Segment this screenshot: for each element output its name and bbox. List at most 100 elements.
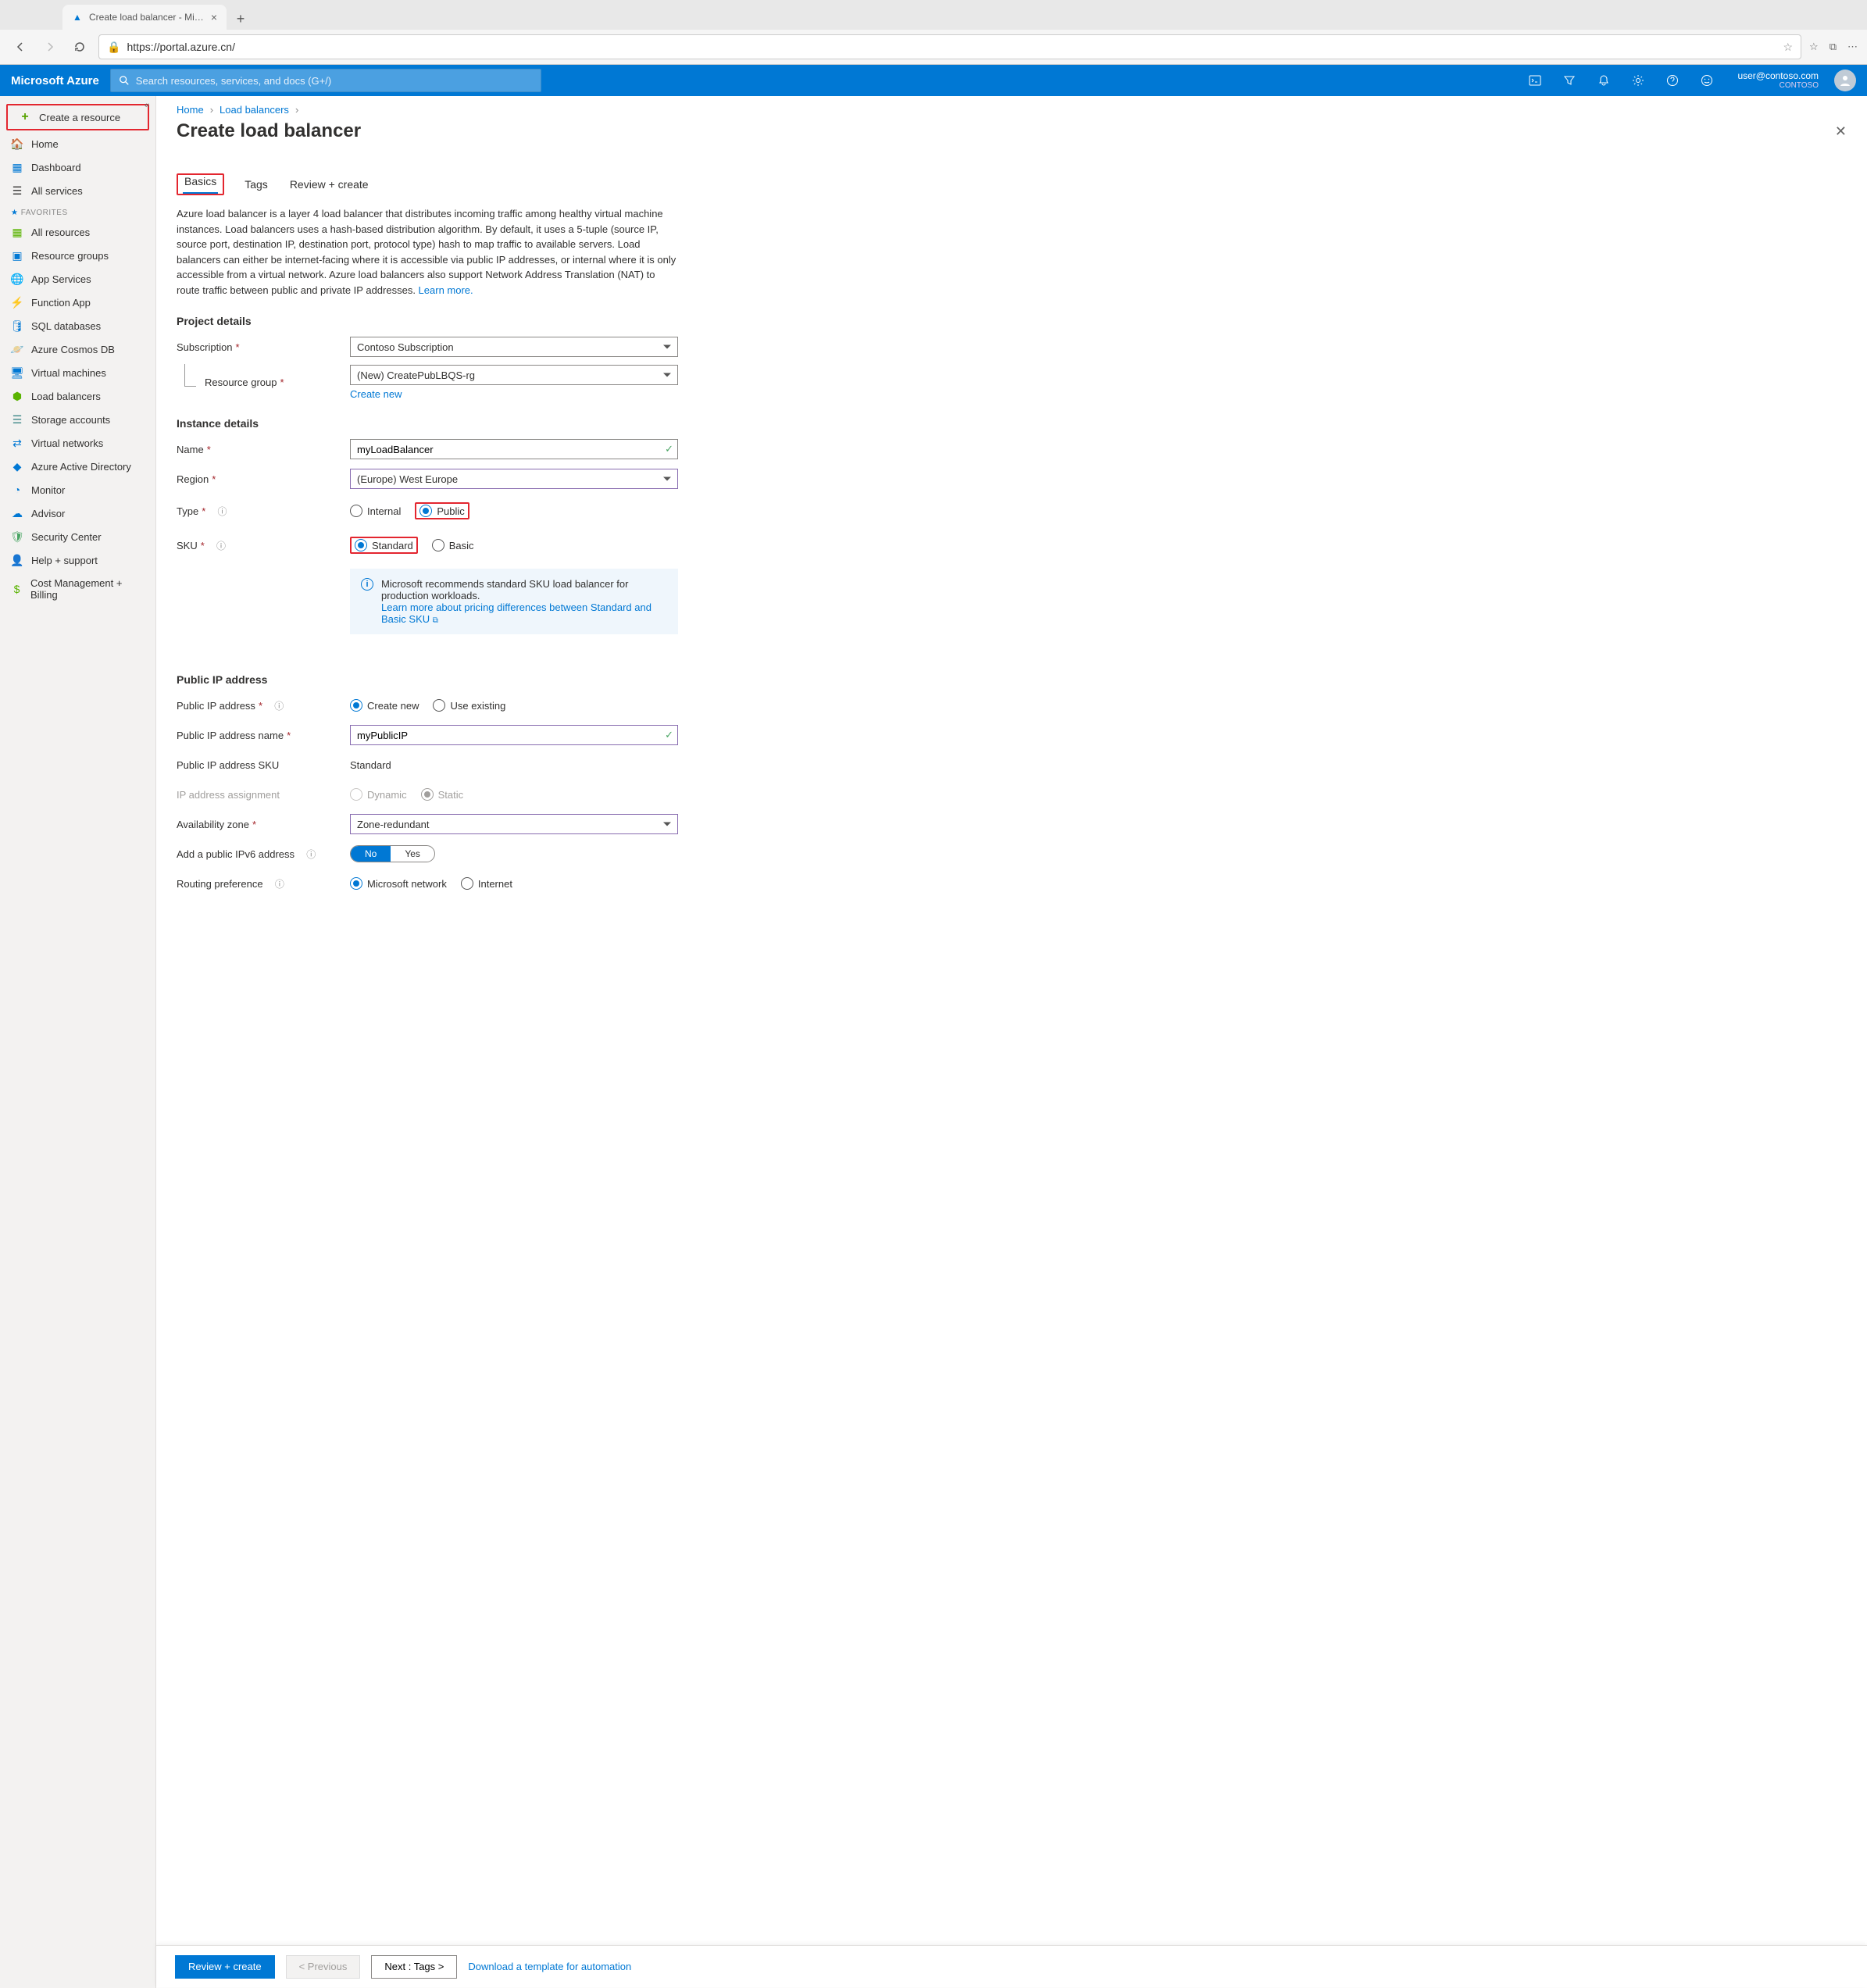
radio-sku-basic[interactable]: Basic — [432, 539, 474, 551]
sql-icon: 🛢 — [11, 319, 23, 332]
review-create-button[interactable]: Review + create — [175, 1955, 275, 1979]
info-icon[interactable]: ⓘ — [274, 699, 284, 712]
next-button[interactable]: Next : Tags > — [371, 1955, 457, 1979]
menu-icon[interactable]: ⋯ — [1847, 41, 1858, 53]
tab-review[interactable]: Review + create — [288, 173, 370, 195]
sidebar-sql-databases[interactable]: 🛢SQL databases — [0, 314, 155, 337]
app-services-icon: 🌐 — [11, 273, 23, 285]
ipv6-toggle[interactable]: No Yes — [350, 845, 435, 862]
name-input[interactable] — [350, 439, 678, 459]
sidebar-help-support[interactable]: 👤Help + support — [0, 548, 155, 572]
function-icon: ⚡ — [11, 296, 23, 309]
sku-info-box: i Microsoft recommends standard SKU load… — [350, 569, 678, 634]
advisor-icon: ☁ — [11, 507, 23, 519]
label-sku: SKU * ⓘ — [177, 539, 350, 552]
sidebar-all-services[interactable]: ☰All services — [0, 179, 155, 202]
avatar[interactable] — [1834, 70, 1856, 91]
radio-pubip-use[interactable]: Use existing — [433, 699, 505, 712]
collapse-sidebar-icon[interactable]: « — [145, 101, 149, 110]
close-tab-icon[interactable]: × — [211, 11, 217, 23]
description-text: Azure load balancer is a layer 4 load ba… — [177, 206, 676, 298]
refresh-button[interactable] — [69, 36, 91, 58]
content-area: Home › Load balancers › Create load bala… — [156, 96, 1867, 1988]
create-new-rg-link[interactable]: Create new — [350, 388, 678, 400]
valid-check-icon: ✓ — [665, 729, 673, 741]
user-directory: CONTOSO — [1737, 81, 1819, 91]
notifications-icon[interactable] — [1589, 65, 1619, 96]
tab-tags[interactable]: Tags — [243, 173, 270, 195]
aad-icon: ◆ — [11, 460, 23, 473]
sidebar-function-app[interactable]: ⚡Function App — [0, 291, 155, 314]
chevron-right-icon: › — [295, 104, 298, 116]
favorites-icon[interactable]: ☆ — [1809, 41, 1819, 53]
availability-zone-select[interactable]: Zone-redundant — [350, 814, 678, 834]
sidebar-virtual-machines[interactable]: 🖥Virtual machines — [0, 361, 155, 384]
info-icon[interactable]: ⓘ — [275, 877, 284, 890]
new-tab-button[interactable]: + — [230, 8, 252, 30]
sidebar-all-resources[interactable]: ▦All resources — [0, 220, 155, 244]
sidebar-storage-accounts[interactable]: ☰Storage accounts — [0, 408, 155, 431]
sidebar-create-resource[interactable]: + Create a resource — [6, 104, 149, 130]
label-ipv6: Add a public IPv6 address ⓘ — [177, 848, 350, 861]
azure-search-input[interactable] — [136, 75, 533, 87]
cosmos-icon: 🪐 — [11, 343, 23, 355]
sidebar-cosmos-db[interactable]: 🪐Azure Cosmos DB — [0, 337, 155, 361]
toggle-yes[interactable]: Yes — [391, 846, 434, 862]
learn-more-link[interactable]: Learn more. — [419, 284, 473, 296]
collections-icon[interactable]: ⧉ — [1830, 41, 1837, 53]
read-aloud-icon[interactable]: ☆ — [1783, 41, 1793, 54]
pubip-name-input[interactable] — [350, 725, 678, 745]
azure-top-bar: Microsoft Azure user@contoso.com CONTOSO — [0, 65, 1867, 96]
info-icon[interactable]: ⓘ — [217, 505, 227, 518]
sidebar-app-services[interactable]: 🌐App Services — [0, 267, 155, 291]
toggle-no[interactable]: No — [351, 846, 391, 862]
section-project-details: Project details — [177, 315, 1847, 327]
label-type: Type * ⓘ — [177, 505, 350, 518]
resource-group-icon: ▣ — [11, 249, 23, 262]
back-button[interactable] — [9, 36, 31, 58]
sidebar-home[interactable]: 🏠Home — [0, 132, 155, 155]
settings-icon[interactable] — [1623, 65, 1653, 96]
sidebar-monitor[interactable]: ◔Monitor — [0, 478, 155, 501]
label-ip-assignment: IP address assignment — [177, 789, 350, 801]
plus-icon: + — [19, 111, 31, 123]
region-select[interactable]: (Europe) West Europe — [350, 469, 678, 489]
breadcrumb-load-balancers[interactable]: Load balancers — [220, 104, 289, 116]
sidebar-advisor[interactable]: ☁Advisor — [0, 501, 155, 525]
browser-tab-title: Create load balancer - Microso — [89, 12, 205, 23]
sidebar-security-center[interactable]: 🛡Security Center — [0, 525, 155, 548]
radio-route-internet[interactable]: Internet — [461, 877, 512, 890]
sidebar-virtual-networks[interactable]: ⇄Virtual networks — [0, 431, 155, 455]
radio-ipa-static: Static — [421, 788, 464, 801]
radio-route-microsoft[interactable]: Microsoft network — [350, 877, 447, 890]
feedback-icon[interactable] — [1692, 65, 1722, 96]
azure-search-box[interactable] — [110, 69, 541, 92]
sidebar-dashboard[interactable]: ▦Dashboard — [0, 155, 155, 179]
address-bar[interactable]: 🔒 https://portal.azure.cn/ ☆ — [98, 34, 1801, 59]
info-icon[interactable]: ⓘ — [216, 539, 226, 552]
label-subscription: Subscription * — [177, 341, 350, 353]
sidebar-resource-groups[interactable]: ▣Resource groups — [0, 244, 155, 267]
radio-type-public[interactable]: Public — [419, 505, 464, 517]
azure-brand[interactable]: Microsoft Azure — [11, 74, 99, 87]
breadcrumb-home[interactable]: Home — [177, 104, 204, 116]
sidebar: « + Create a resource 🏠Home ▦Dashboard ☰… — [0, 96, 156, 1988]
help-icon[interactable] — [1658, 65, 1687, 96]
subscription-select[interactable]: Contoso Subscription — [350, 337, 678, 357]
radio-sku-standard[interactable]: Standard — [355, 539, 413, 551]
radio-type-internal[interactable]: Internal — [350, 505, 401, 517]
browser-tab[interactable]: ▲ Create load balancer - Microso × — [62, 5, 227, 30]
tab-basics[interactable]: Basics — [183, 170, 218, 194]
sidebar-aad[interactable]: ◆Azure Active Directory — [0, 455, 155, 478]
cloud-shell-icon[interactable] — [1520, 65, 1550, 96]
info-icon[interactable]: ⓘ — [306, 848, 316, 861]
download-template-link[interactable]: Download a template for automation — [468, 1961, 631, 1972]
azure-user-block[interactable]: user@contoso.com CONTOSO — [1733, 70, 1823, 91]
resource-group-select[interactable]: (New) CreatePubLBQS-rg — [350, 365, 678, 385]
sku-pricing-link[interactable]: Learn more about pricing differences bet… — [381, 601, 651, 625]
sidebar-load-balancers[interactable]: ⬢Load balancers — [0, 384, 155, 408]
directory-filter-icon[interactable] — [1555, 65, 1584, 96]
sidebar-cost-mgmt[interactable]: $Cost Management + Billing — [0, 572, 155, 606]
radio-pubip-create[interactable]: Create new — [350, 699, 419, 712]
close-blade-button[interactable]: ✕ — [1835, 123, 1847, 140]
